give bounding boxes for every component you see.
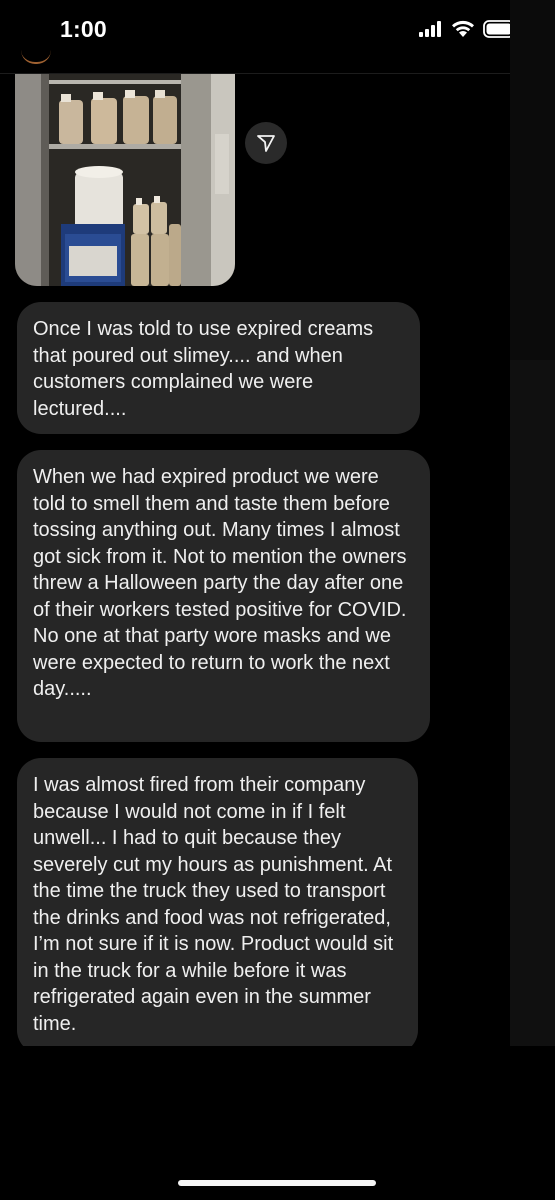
bottom-area [0,1046,555,1200]
message-bubble[interactable]: Once I was told to use expired creams th… [17,302,420,434]
signal-icon [419,21,441,37]
send-arrow-icon [257,135,275,152]
wifi-icon [452,20,474,37]
home-indicator[interactable] [178,1180,376,1186]
status-icons [419,20,519,38]
status-bar: 1:00 [0,0,555,64]
message-bubble[interactable]: When we had expired product we were told… [17,450,430,742]
refrigerator-photo-image [15,74,235,286]
refrigerator-photo[interactable] [15,74,235,286]
side-panel-lower [510,360,555,1048]
message-bubble[interactable]: I was almost fired from their company be… [17,758,418,1054]
status-time: 1:00 [60,16,107,42]
chat-screen: 1:00 Once I was told to use expired crea… [0,0,555,1200]
share-button[interactable] [245,122,287,164]
